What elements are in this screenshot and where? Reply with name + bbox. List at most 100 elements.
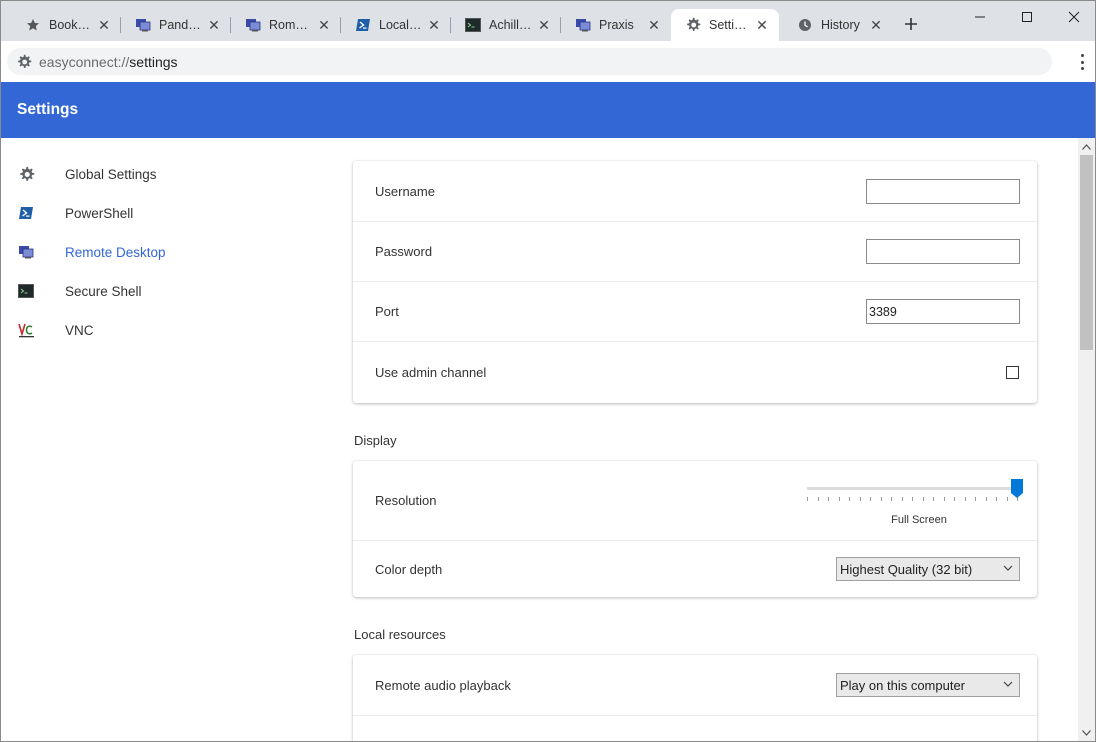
sidebar-item-vnc[interactable]: VNC (17, 318, 94, 342)
url-scheme: easyconnect:// (39, 53, 130, 70)
new-tab-button[interactable] (900, 13, 922, 35)
slider-tick (849, 496, 850, 501)
local-resources-section-title: Local resources (354, 627, 446, 642)
close-window-button[interactable] (1053, 1, 1095, 33)
local-resources-card: Remote audio playback Play on this compu… (353, 655, 1037, 741)
admin-channel-label: Use admin channel (375, 365, 487, 380)
slider-tick (1007, 496, 1008, 501)
plus-icon (905, 18, 917, 30)
close-icon[interactable]: ✕ (97, 17, 111, 33)
url-host: settings (129, 53, 178, 70)
tab-settings[interactable]: Setti… ✕ (671, 9, 779, 41)
tab-pand[interactable]: Pand… ✕ (121, 9, 231, 41)
slider-tick (902, 496, 903, 501)
page-header: Settings (1, 82, 1095, 138)
port-row: Port (353, 281, 1037, 341)
sidebar-item-label: PowerShell (65, 205, 134, 221)
username-label: Username (375, 183, 435, 199)
tab-local[interactable]: Local… ✕ (341, 9, 451, 41)
close-icon[interactable]: ✕ (207, 17, 221, 33)
slider-tick (944, 496, 945, 501)
gear-icon (17, 165, 35, 183)
slider-tick (828, 496, 829, 501)
color-depth-select[interactable]: Highest Quality (32 bit) (836, 557, 1020, 581)
slider-tick (923, 496, 924, 501)
slider-tick (860, 496, 861, 501)
slider-tick (975, 496, 976, 501)
connection-card: Username Password Port Use admin channel (353, 161, 1037, 403)
tab-history[interactable]: History ✕ (783, 9, 893, 41)
sidebar-item-global-settings[interactable]: Global Settings (17, 162, 157, 186)
tab-rom[interactable]: Rom… ✕ (231, 9, 341, 41)
scrollbar-thumb[interactable] (1080, 155, 1093, 350)
close-icon[interactable]: ✕ (317, 17, 331, 33)
chevron-down-icon (1003, 565, 1013, 571)
tab-label: Local… (379, 18, 421, 32)
slider-tick (954, 496, 955, 501)
sidebar-item-secure-shell[interactable]: Secure Shell (17, 279, 142, 303)
maximize-button[interactable] (1006, 1, 1048, 33)
terminal-icon (17, 282, 35, 300)
audio-value: Play on this computer (840, 677, 966, 693)
slider-thumb[interactable] (1011, 478, 1023, 498)
close-icon[interactable]: ✕ (755, 17, 769, 33)
audio-row: Remote audio playback Play on this compu… (353, 655, 1037, 715)
port-input[interactable] (866, 299, 1020, 324)
remote-desktop-icon (17, 243, 35, 261)
slider-tick (818, 496, 819, 501)
tab-label: Praxis (599, 18, 634, 32)
audio-select[interactable]: Play on this computer (836, 673, 1020, 697)
username-input[interactable] (866, 178, 1020, 204)
minimize-button[interactable] (959, 1, 1001, 33)
sidebar-item-label: Global Settings (65, 166, 157, 182)
scroll-up-icon[interactable] (1078, 138, 1095, 155)
slider-tick (933, 496, 934, 501)
sidebar-item-powershell[interactable]: PowerShell (17, 201, 133, 225)
color-depth-value: Highest Quality (32 bit) (840, 561, 973, 577)
password-input[interactable] (866, 239, 1020, 264)
sidebar-item-label: Secure Shell (65, 283, 142, 299)
tab-label: Setti… (709, 18, 747, 32)
slider-track (807, 486, 1017, 490)
admin-channel-checkbox[interactable] (1006, 366, 1019, 379)
more-menu-icon[interactable] (1079, 54, 1085, 70)
tab-strip: Book… ✕ Pand… ✕ Rom… ✕ Local… ✕ Achill… … (1, 1, 1095, 41)
display-section-title: Display (354, 433, 397, 448)
close-icon[interactable]: ✕ (427, 17, 441, 33)
password-label: Password (375, 244, 433, 259)
slider-ticks (807, 496, 1019, 503)
maximize-icon (1022, 12, 1032, 22)
audio-label: Remote audio playback (375, 677, 511, 693)
slider-tick (996, 496, 997, 501)
sidebar: Global Settings PowerShell Remote Deskto… (1, 138, 331, 741)
tab-label: Book… (49, 18, 90, 32)
slider-tick (870, 496, 871, 501)
color-depth-row: Color depth Highest Quality (32 bit) (353, 540, 1037, 597)
browser-window: Book… ✕ Pand… ✕ Rom… ✕ Local… ✕ Achill… … (0, 0, 1096, 742)
tab-label: Achill… (489, 18, 531, 32)
resolution-value-label: Full Screen (891, 513, 947, 526)
close-icon[interactable]: ✕ (537, 17, 551, 33)
gear-icon (685, 17, 701, 33)
remote-desktop-icon (245, 17, 261, 33)
tab-achill[interactable]: Achill… ✕ (451, 9, 561, 41)
page-title: Settings (17, 101, 79, 118)
tab-label: History (821, 18, 860, 32)
sidebar-item-remote-desktop[interactable]: Remote Desktop (17, 240, 166, 264)
username-row: Username (353, 161, 1037, 221)
vertical-scrollbar[interactable] (1078, 138, 1095, 741)
powershell-icon (17, 204, 35, 222)
tab-bookmarks[interactable]: Book… ✕ (11, 9, 121, 41)
terminal-icon (465, 17, 481, 33)
sidebar-item-label: VNC (65, 322, 94, 338)
sidebar-item-label: Remote Desktop (65, 244, 166, 260)
admin-channel-row: Use admin channel (353, 341, 1037, 403)
password-row: Password (353, 221, 1037, 281)
address-bar[interactable]: easyconnect://settings (7, 48, 1052, 75)
resolution-slider[interactable]: Full Screen (795, 475, 1025, 527)
vnc-icon (17, 321, 35, 339)
tab-praxis[interactable]: Praxis ✕ (561, 9, 671, 41)
close-icon[interactable]: ✕ (647, 17, 661, 33)
close-icon[interactable]: ✕ (869, 17, 883, 33)
scroll-down-icon[interactable] (1078, 724, 1095, 741)
